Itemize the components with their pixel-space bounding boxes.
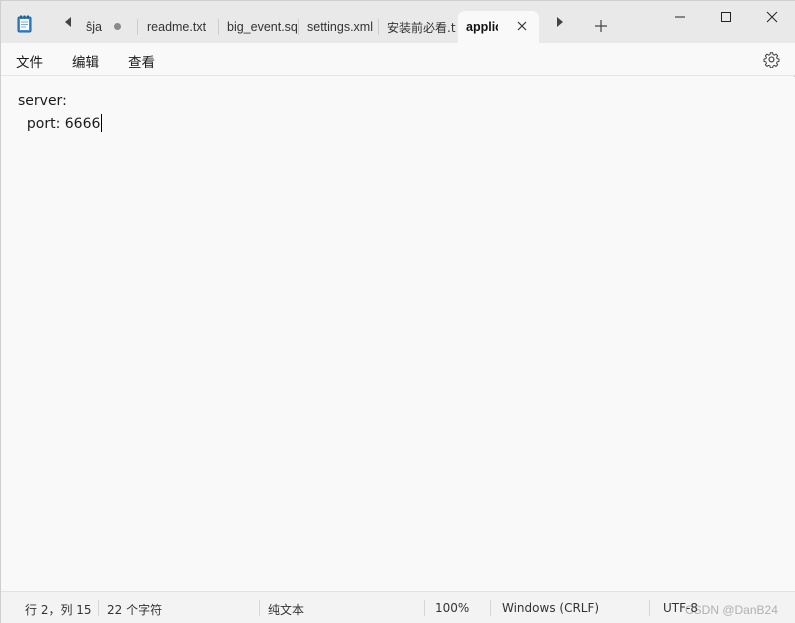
character-count: 22 个字符 <box>107 603 163 617</box>
cursor-position: 行 2，列 15 <box>25 603 92 617</box>
close-icon[interactable] <box>749 1 795 33</box>
status-divider <box>424 600 425 616</box>
status-divider <box>649 600 650 616</box>
menu-edit[interactable]: 编辑 <box>72 51 99 71</box>
text-format[interactable]: 纯文本 <box>268 601 304 618</box>
tab-divider <box>137 19 138 35</box>
editor-line: server: <box>18 93 67 109</box>
status-divider <box>259 600 260 616</box>
editor-line: port: 6666 <box>18 114 103 132</box>
tab-3[interactable]: big_event.sq <box>219 11 297 43</box>
status-divider <box>98 600 99 616</box>
tab-2[interactable]: readme.txt <box>139 11 217 43</box>
status-bar: 行 2，列 15 22 个字符 纯文本 100% Windows (CRLF) … <box>1 591 795 623</box>
tab-label: ŝja <box>86 20 102 34</box>
menu-view[interactable]: 查看 <box>128 51 155 71</box>
line-ending[interactable]: Windows (CRLF) <box>502 601 599 615</box>
tab-5[interactable]: 安装前必看.t <box>379 11 457 43</box>
scroll-right-icon[interactable] <box>553 15 567 29</box>
tab-active[interactable]: applic <box>458 11 539 43</box>
status-divider <box>490 600 491 616</box>
minimize-icon[interactable] <box>657 1 703 33</box>
tab-label: applic <box>466 20 498 34</box>
maximize-icon[interactable] <box>703 1 749 33</box>
close-icon[interactable] <box>515 19 529 33</box>
notepad-window: ŝja readme.txt big_event.sq settings.xml… <box>0 0 795 623</box>
menu-file[interactable]: 文件 <box>16 51 43 71</box>
text-editor[interactable]: server: port: 6666 <box>1 77 795 591</box>
notepad-icon <box>17 15 33 33</box>
zoom-level[interactable]: 100% <box>435 601 469 615</box>
watermark: CSDN @DanB24 <box>685 603 778 617</box>
tab-label: readme.txt <box>147 20 207 34</box>
title-bar[interactable]: ŝja readme.txt big_event.sq settings.xml… <box>1 1 795 43</box>
tab-label: 安装前必看.t <box>387 20 456 35</box>
tab-label: big_event.sq <box>227 20 297 34</box>
menu-bar: 文件 编辑 查看 <box>1 43 795 76</box>
scroll-left-icon[interactable] <box>61 15 75 29</box>
tab-label: settings.xml <box>307 20 373 34</box>
unsaved-indicator <box>114 23 121 30</box>
text-caret <box>101 114 103 132</box>
tab-4[interactable]: settings.xml <box>299 11 377 43</box>
gear-icon[interactable] <box>763 51 780 69</box>
plus-icon[interactable] <box>593 18 609 34</box>
